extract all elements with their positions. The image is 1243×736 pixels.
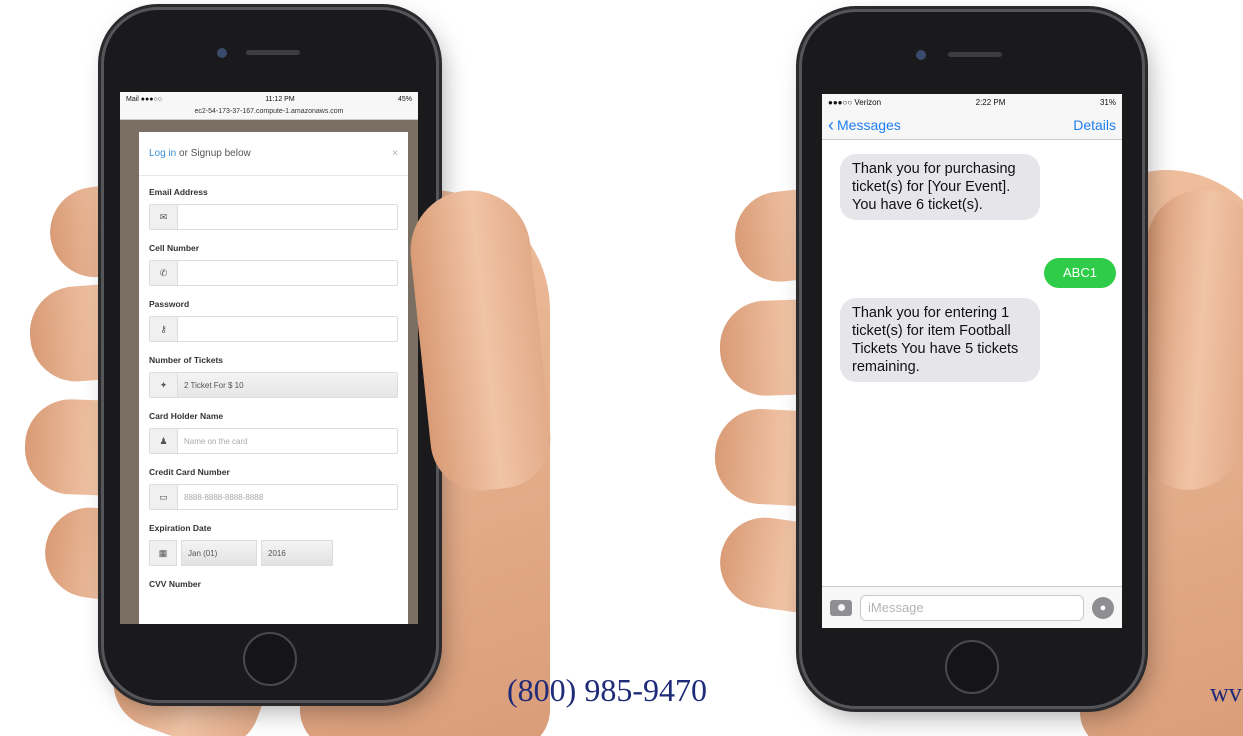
earpiece-speaker xyxy=(948,52,1002,57)
cvv-label: CVV Number xyxy=(149,579,201,589)
tickets-label: Number of Tickets xyxy=(149,355,224,365)
message-bubble-sent: ABC1 xyxy=(1044,258,1116,288)
modal-title: Log in or Signup below xyxy=(149,148,251,159)
password-input[interactable] xyxy=(178,317,397,341)
right-phone: ●●●○○ Verizon 2:22 PM 31% ‹ Messages Det… xyxy=(802,12,1142,706)
cell-input[interactable] xyxy=(178,261,397,285)
home-button[interactable] xyxy=(945,640,999,694)
holder-field[interactable]: ♟ Name on the card xyxy=(149,428,398,454)
modal-header: Log in or Signup below × xyxy=(139,132,408,176)
contact-phone-number: (800) 985-9470 xyxy=(507,672,707,708)
close-icon[interactable]: × xyxy=(392,148,398,159)
signup-modal: Log in or Signup below × Email Address ✉… xyxy=(139,132,408,624)
back-label: Messages xyxy=(837,116,901,133)
imessage-input[interactable]: iMessage xyxy=(860,594,1084,621)
message-thread[interactable]: Thank you for purchasing ticket(s) for [… xyxy=(822,140,1122,548)
card-label: Credit Card Number xyxy=(149,467,230,477)
key-icon: ⚷ xyxy=(150,317,178,341)
card-field[interactable]: ▭ 8888-8888-8888-8888 xyxy=(149,484,398,510)
front-camera xyxy=(916,50,926,60)
message-bubble-received: Thank you for purchasing ticket(s) for [… xyxy=(840,154,1040,220)
exp-year-select[interactable]: 2016 xyxy=(261,540,333,566)
email-input[interactable] xyxy=(178,205,397,229)
battery-text: 31% xyxy=(1099,97,1116,107)
clock: 11:12 PM xyxy=(265,95,295,103)
password-field[interactable]: ⚷ xyxy=(149,316,398,342)
clock: 2:22 PM xyxy=(975,97,1006,107)
modal-backdrop: Log in or Signup below × Email Address ✉… xyxy=(120,120,418,624)
status-bar: Mail ●●●○○ 11:12 PM 45% xyxy=(120,92,418,106)
left-phone-screen: Mail ●●●○○ 11:12 PM 45% ec2-54-173-37-16… xyxy=(120,92,418,624)
holder-input[interactable]: Name on the card xyxy=(178,429,397,453)
tickets-select[interactable]: ✦ 2 Ticket For $ 10 xyxy=(149,372,398,398)
expiration-label: Expiration Date xyxy=(149,523,212,533)
message-bubble-received: Thank you for entering 1 ticket(s) for i… xyxy=(840,298,1040,382)
cell-label: Cell Number xyxy=(149,243,200,253)
email-field[interactable]: ✉ xyxy=(149,204,398,230)
camera-icon[interactable] xyxy=(830,599,852,616)
modal-title-rest: or Signup below xyxy=(176,148,251,159)
home-button[interactable] xyxy=(243,632,297,686)
right-phone-screen: ●●●○○ Verizon 2:22 PM 31% ‹ Messages Det… xyxy=(822,94,1122,628)
back-button[interactable]: ‹ Messages xyxy=(828,114,901,135)
status-bar: ●●●○○ Verizon 2:22 PM 31% xyxy=(822,94,1122,110)
ticket-icon: ✦ xyxy=(150,373,178,397)
credit-card-icon: ▭ xyxy=(150,485,178,509)
exp-month-select[interactable]: Jan (01) xyxy=(181,540,257,566)
nav-bar: ‹ Messages Details xyxy=(822,110,1122,140)
tickets-selected-value[interactable]: 2 Ticket For $ 10 xyxy=(178,373,397,397)
front-camera xyxy=(217,48,227,58)
calendar-icon: ▦ xyxy=(149,540,177,566)
battery-text: 45% xyxy=(397,95,412,103)
compose-bar: iMessage ● xyxy=(822,586,1122,628)
envelope-icon: ✉ xyxy=(150,205,178,229)
login-link[interactable]: Log in xyxy=(149,148,176,159)
earpiece-speaker xyxy=(246,50,300,55)
microphone-icon[interactable]: ● xyxy=(1092,596,1114,619)
card-input[interactable]: 8888-8888-8888-8888 xyxy=(178,485,397,509)
website-text-fragment: wv xyxy=(1210,678,1242,707)
details-button[interactable]: Details xyxy=(1073,117,1116,133)
carrier-text: Mail ●●●○○ xyxy=(126,95,162,103)
expiration-row: ▦ Jan (01) 2016 xyxy=(149,540,398,566)
email-label: Email Address xyxy=(149,187,208,197)
phone-icon: ✆ xyxy=(150,261,178,285)
carrier-text: ●●●○○ Verizon xyxy=(828,97,882,107)
left-phone: Mail ●●●○○ 11:12 PM 45% ec2-54-173-37-16… xyxy=(104,10,436,700)
user-icon: ♟ xyxy=(150,429,178,453)
chevron-left-icon: ‹ xyxy=(828,114,834,135)
cell-field[interactable]: ✆ xyxy=(149,260,398,286)
password-label: Password xyxy=(149,299,190,309)
holder-label: Card Holder Name xyxy=(149,411,224,421)
url-bar[interactable]: ec2-54-173-37-167.compute-1.amazonaws.co… xyxy=(120,106,418,120)
signup-form: Email Address ✉ Cell Number ✆ Password ⚷ xyxy=(139,176,408,592)
